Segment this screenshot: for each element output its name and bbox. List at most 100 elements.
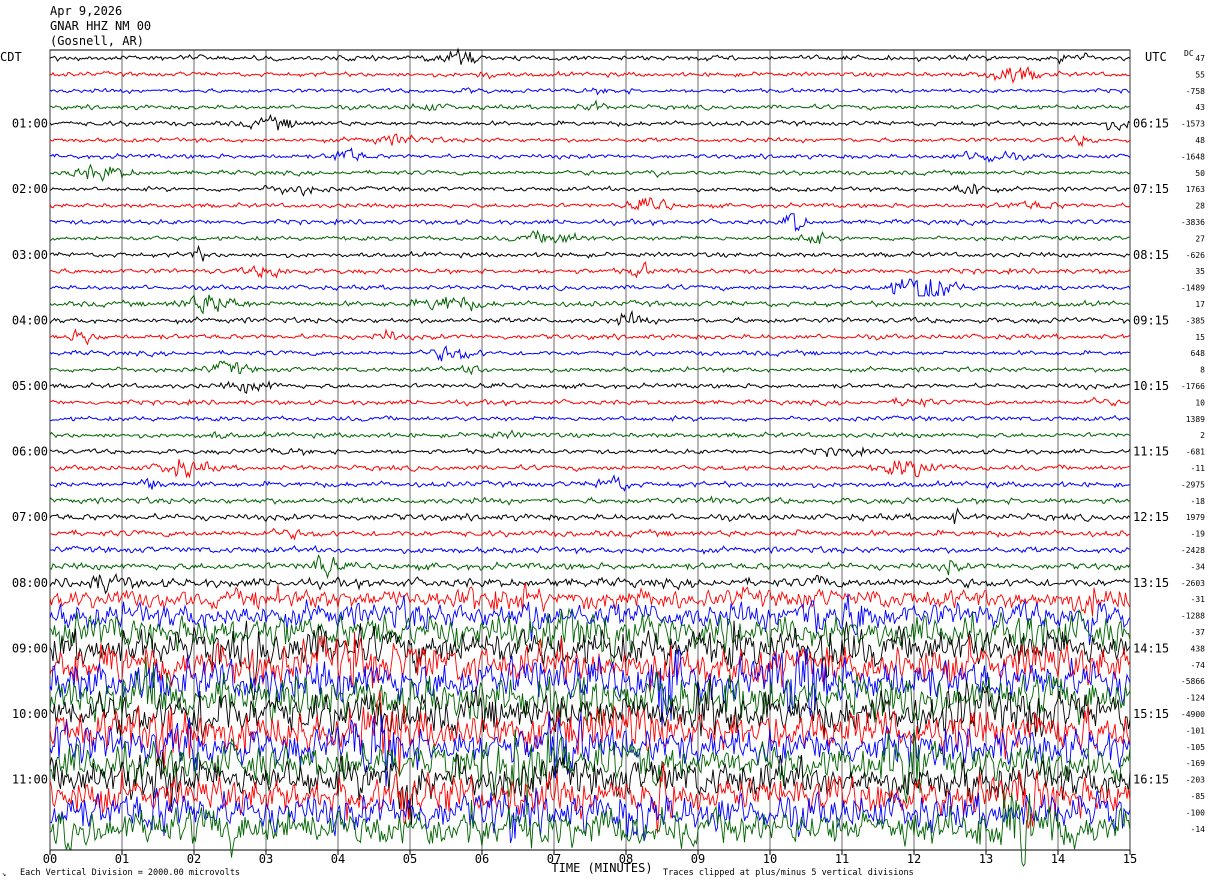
trace-line — [49, 328, 1131, 346]
right-hour-label: 11:15 — [1133, 445, 1169, 459]
dc-offset-label: 438 — [1191, 644, 1206, 653]
dc-offset-label: 1979 — [1186, 513, 1205, 522]
seismic-traces — [49, 47, 1131, 867]
dc-offset-label: 35 — [1195, 267, 1205, 276]
scale-note: Each Vertical Division = 2000.00 microvo… — [20, 868, 240, 878]
trace-line — [49, 66, 1131, 84]
trace-line — [49, 507, 1131, 525]
right-hour-label: 13:15 — [1133, 576, 1169, 590]
dc-offset-label: -14 — [1191, 825, 1206, 834]
dc-offset-label: -626 — [1186, 251, 1205, 260]
x-tick-label: 09 — [691, 852, 705, 866]
trace-line — [49, 47, 1131, 65]
dc-offset-label: -1573 — [1181, 120, 1205, 129]
trace-line — [49, 244, 1131, 262]
x-tick-label: 06 — [475, 852, 489, 866]
dc-offset-label: -5866 — [1181, 677, 1205, 686]
trace-line — [49, 791, 1131, 867]
x-axis-title: TIME (MINUTES) — [551, 861, 652, 875]
dc-offset-label: -169 — [1186, 759, 1205, 768]
left-hour-label: 03:00 — [12, 248, 48, 262]
trace-line — [49, 495, 1131, 506]
x-tick-label: 01 — [115, 852, 129, 866]
helicorder-chart: 00 01 02 03 04 05 06 07 08 09 10 11 12 13 14 15CDT UTC01… — [0, 47, 1206, 878]
right-hour-label: 12:15 — [1133, 510, 1169, 524]
dc-offset-label: 27 — [1195, 234, 1205, 243]
dc-offset-label: -1489 — [1181, 284, 1205, 293]
trace-line — [49, 380, 1131, 394]
dc-offset-label: 48 — [1195, 136, 1205, 145]
right-hour-label: 09:15 — [1133, 313, 1169, 327]
trace-line — [49, 360, 1131, 376]
x-tick-label: 05 — [403, 852, 417, 866]
trace-line — [49, 459, 1131, 479]
trace-line — [49, 544, 1131, 555]
dc-offset-label: 648 — [1191, 349, 1206, 358]
x-tick-label: 04 — [331, 852, 345, 866]
trace-line — [49, 762, 1131, 834]
x-tick-label: 00 — [43, 852, 57, 866]
dc-offset-label: 17 — [1195, 300, 1205, 309]
left-timezone-label: CDT — [0, 50, 22, 64]
trace-line — [49, 163, 1131, 182]
trace-line — [49, 278, 1131, 297]
trace-line — [49, 294, 1131, 315]
x-tick-label: 11 — [835, 852, 849, 866]
dc-offset-label: -18 — [1191, 497, 1206, 506]
right-timezone-label: UTC — [1145, 50, 1167, 64]
dc-offset-label: -74 — [1191, 661, 1206, 670]
left-hour-label: 06:00 — [12, 445, 48, 459]
trace-line — [49, 133, 1131, 148]
dc-offset-label: 47 — [1195, 54, 1205, 63]
dc-offset-label: -385 — [1186, 316, 1205, 325]
dc-offset-label: -124 — [1186, 694, 1205, 703]
x-tick-label: 13 — [979, 852, 993, 866]
right-hour-label: 06:15 — [1133, 117, 1169, 131]
left-hour-label: 01:00 — [12, 117, 48, 131]
trace-line — [49, 309, 1131, 326]
trace-line — [49, 261, 1131, 279]
dc-offset-label: -1648 — [1181, 152, 1205, 161]
dc-header-label: DC — [1184, 49, 1194, 58]
x-tick-label: 14 — [1051, 852, 1065, 866]
location-label: (Gosnell, AR) — [50, 34, 144, 48]
trace-line — [49, 87, 1131, 96]
dc-offset-label: 28 — [1195, 202, 1205, 211]
date-label: Apr 9,2026 — [50, 4, 123, 18]
right-hour-label: 15:15 — [1133, 707, 1169, 721]
trace-line — [49, 414, 1131, 423]
left-hour-label: 09:00 — [12, 641, 48, 655]
dc-offset-label: 50 — [1195, 169, 1205, 178]
trace-line — [50, 99, 1131, 112]
station-label: GNAR HHZ NM 00 — [50, 19, 152, 33]
left-hour-label: 08:00 — [12, 576, 48, 590]
dc-offset-label: 10 — [1195, 398, 1205, 407]
dc-offset-label: -3836 — [1181, 218, 1205, 227]
right-hour-label: 08:15 — [1133, 248, 1169, 262]
dc-offset-label: 1389 — [1186, 415, 1205, 424]
x-tick-label: 10 — [763, 852, 777, 866]
dc-offset-label: 15 — [1195, 333, 1205, 342]
trace-line — [49, 446, 1131, 458]
trace-line — [50, 213, 1131, 232]
dc-offset-label: 1763 — [1186, 185, 1205, 194]
dc-offset-label: -4900 — [1181, 710, 1205, 719]
dc-offset-label: 2 — [1200, 431, 1205, 440]
dc-offset-label: -85 — [1191, 792, 1206, 801]
clip-note: Traces clipped at plus/minus 5 vertical … — [663, 868, 914, 878]
trace-line — [49, 229, 1131, 245]
trace-line — [49, 147, 1131, 164]
trace-line — [49, 474, 1131, 492]
trace-line — [50, 527, 1130, 541]
left-hour-label: 11:00 — [12, 773, 48, 787]
dc-offset-label: 43 — [1195, 103, 1205, 112]
dc-offset-label: -2975 — [1181, 480, 1205, 489]
dc-offset-label: -2428 — [1181, 546, 1205, 555]
right-hour-label: 07:15 — [1133, 182, 1169, 196]
right-hour-label: 14:15 — [1133, 641, 1169, 655]
dc-offset-label: -37 — [1191, 628, 1206, 637]
dc-offset-label: -11 — [1191, 464, 1206, 473]
x-tick-label: 03 — [259, 852, 273, 866]
left-hour-label: 05:00 — [12, 379, 48, 393]
x-tick-label: 12 — [907, 852, 921, 866]
